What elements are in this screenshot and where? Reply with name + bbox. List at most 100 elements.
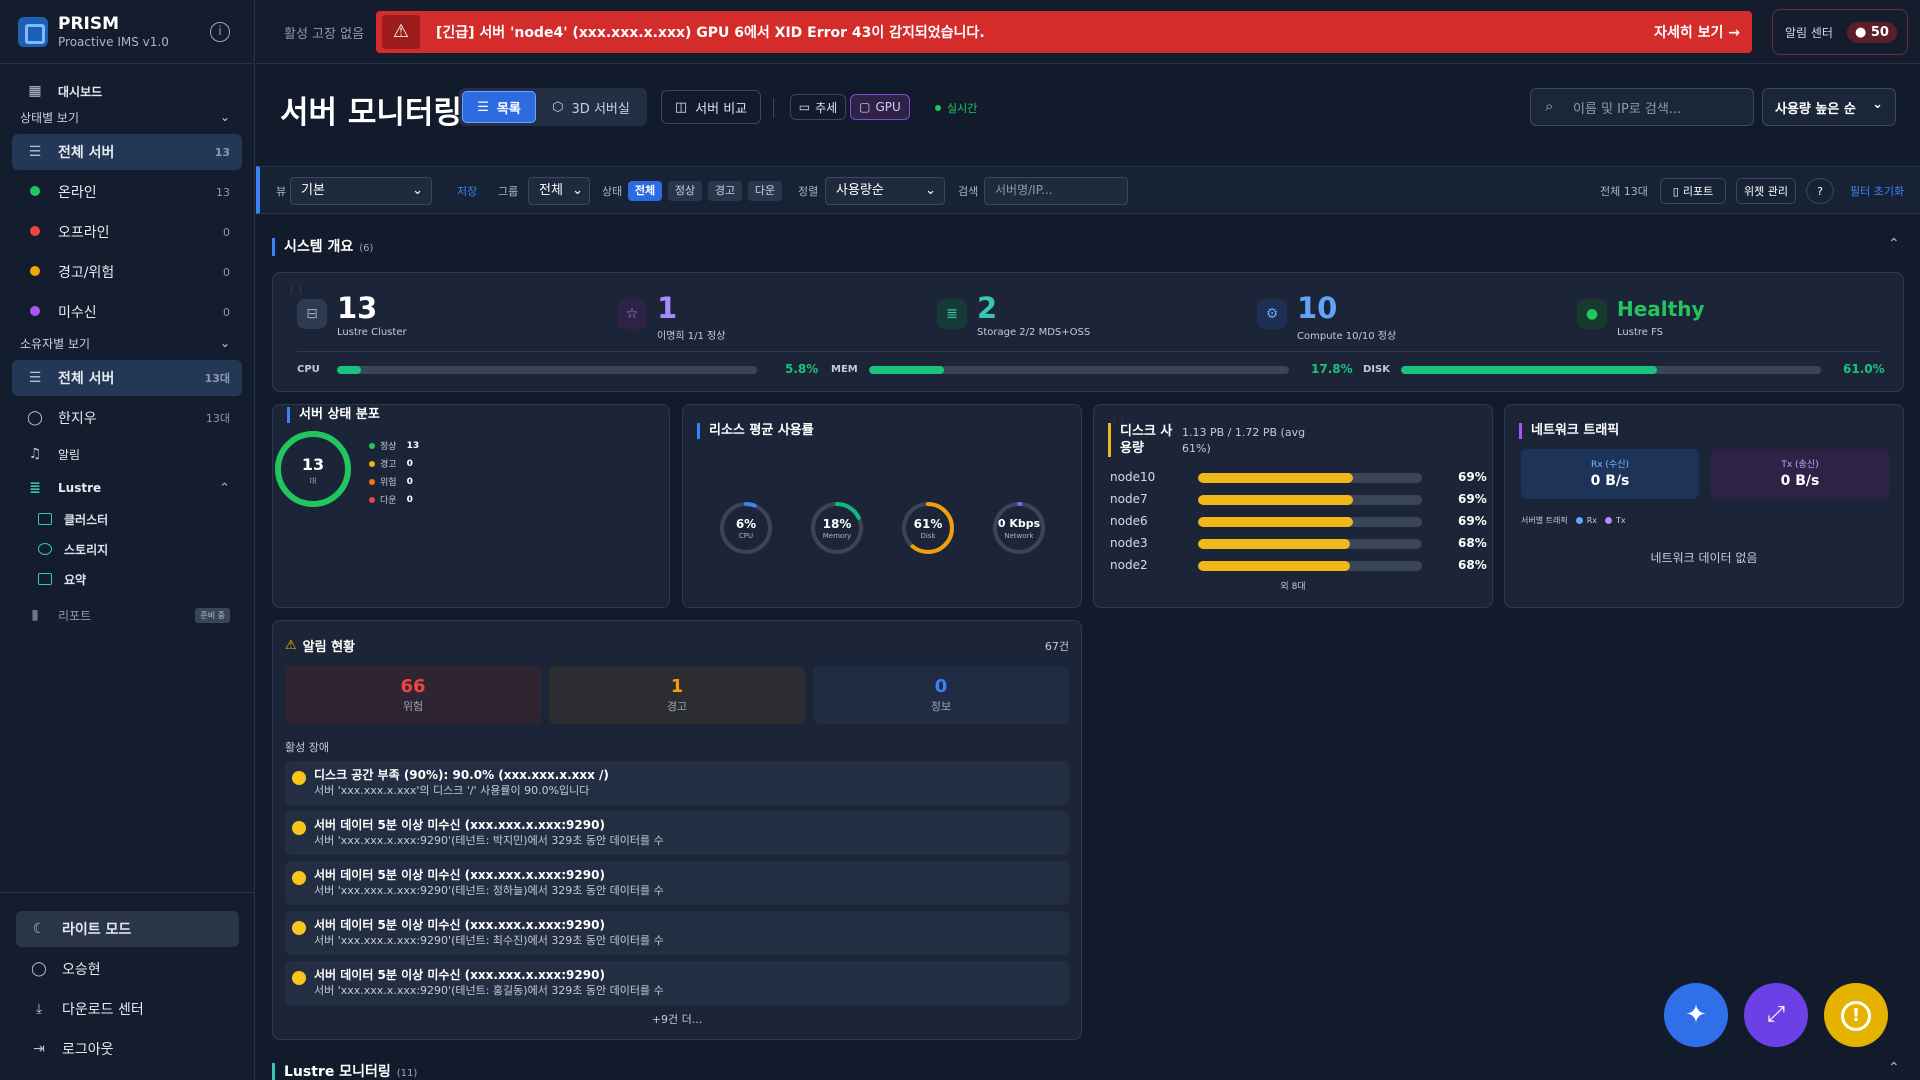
list-view-button[interactable]: ☰ 목록 [462,91,536,123]
sidebar-item-offline[interactable]: 오프라인 0 [12,214,242,250]
legend-warning: 경고 0 [369,457,413,470]
coming-soon-badge: 준비 중 [195,607,230,623]
sort-filter-select[interactable]: 사용량순 ⌄ [825,177,945,205]
chevron-down-icon: ⌄ [219,336,230,350]
online-dot-icon [24,184,46,200]
sidebar-subitem-summary[interactable]: 요약 [0,564,254,594]
report-button[interactable]: ▯ 리포트 [1660,178,1726,204]
logout-icon: ⇥ [33,1041,45,1057]
sidebar-item-dashboard[interactable]: ▦ 대시보드 [12,76,242,106]
logout-button[interactable]: ⇥ 로그아웃 [16,1031,239,1067]
status-section-header[interactable]: 상태별 보기 ⌄ [0,106,254,128]
exclamation-icon: ! [1841,1000,1871,1031]
alert-details-link[interactable]: 자세히 보기 → [1654,22,1740,42]
sort-label: 정렬 [798,185,819,198]
active-faults-label: 활성 장애 [285,741,329,754]
status-chip-warning[interactable]: 경고 [708,181,742,201]
collapse-chevron-icon[interactable]: ⌃ [1888,236,1900,252]
alarm-item[interactable]: 서버 데이터 5분 이상 미수신 (xxx.xxx.x.xxx:9290) 서버… [285,861,1069,905]
sidebar-item-alarm[interactable]: ♫ 알림 [12,438,242,470]
search-icon: ⌕ [1545,97,1554,115]
chevron-down-icon: ⌄ [925,183,936,198]
status-chip-all[interactable]: 전체 [628,181,662,201]
legend-normal: 정상 13 [369,439,419,452]
info-icon[interactable]: i [210,22,230,42]
alarm-status-title: ⚠ 알림 현황 [285,638,356,655]
group-select[interactable]: 전체 ⌄ [528,177,590,205]
drag-handle-icon[interactable]: ⋮⋮ [287,285,305,295]
gpu-button[interactable]: ▢ GPU [850,94,910,120]
memory-gauge: 18% Memory [809,500,865,556]
notification-count-badge: ● 50 [1846,21,1897,43]
fullscreen-button[interactable]: ⤢ [1744,983,1808,1047]
server-compare-button[interactable]: ◫ 서버 비교 [661,90,761,124]
tx-box: Tx (송신) 0 B/s [1711,449,1889,499]
status-label: 상태 [602,185,623,198]
warning-dot-icon [292,821,306,835]
page-header: 서버 모니터링 ☰ 목록 ⬡ 3D 서버실 ◫ 서버 비교 ▭ 추세 ▢ GPU 실시간 … [256,65,1920,165]
prism-logo-icon [18,16,48,47]
sidebar-item-no-data[interactable]: 미수신 0 [12,294,242,330]
sort-select[interactable]: 사용량 높은 순 ⌄ [1762,88,1896,126]
alert-message: [긴급] 서버 'node4' (xxx.xxx.x.xxx) GPU 6에서 … [436,25,985,41]
help-button[interactable]: ? [1806,178,1834,204]
realtime-indicator: 실시간 [935,100,977,116]
user-profile-button[interactable]: ◯ 오승현 [16,951,239,987]
disk-row: node6 69% [1110,514,1487,528]
3d-view-button[interactable]: ⬡ 3D 서버실 [539,91,643,123]
critical-alert-banner[interactable]: ⚠ [긴급] 서버 'node4' (xxx.xxx.x.xxx) GPU 6에… [376,11,1752,53]
sidebar-item-owner-all[interactable]: ☰ 전체 서버 13대 [12,360,242,396]
legend-down: 다운 0 [369,493,413,506]
columns-icon: ◫ [674,99,688,115]
brand-name: PRISM [58,14,120,34]
server-status-title: 서버 상태 분포 [287,407,380,423]
alarm-item[interactable]: 서버 데이터 5분 이상 미수신 (xxx.xxx.x.xxx:9290) 서버… [285,911,1069,955]
notification-center-button[interactable]: 알림 센터 ● 50 [1772,9,1908,55]
resource-usage-card: 리소스 평균 사용률 6% CPU 18% Memory 61% Disk 0 … [682,404,1082,608]
chevron-down-icon: ⌄ [572,183,583,198]
cpu-gauge: 6% CPU [718,500,774,556]
filter-bar: 뷰 기본 ⌄ 저장 그룹 전체 ⌄ 상태 전체 정상 경고 다운 정렬 사용량순 ⌄ … [256,166,1920,214]
bell-icon: ♫ [28,446,42,462]
alert-fab-button[interactable]: ! [1824,983,1888,1047]
info-stat[interactable]: 0 정보 [813,666,1069,724]
grid-icon: ▦ [28,83,42,99]
sidebar-item-owner-user[interactable]: ◯ 한지우 13대 [12,400,242,436]
system-overview-card: ⋮⋮ ⊟ 13 Lustre Cluster ☆ 1 이명희 1/1 정상 ≣ … [272,272,1904,392]
danger-stat[interactable]: 66 위험 [285,666,541,724]
warning-stat[interactable]: 1 경고 [549,666,805,724]
sidebar-item-warning[interactable]: 경고/위험 0 [12,254,242,290]
download-center-button[interactable]: ⤓ 다운로드 센터 [16,991,239,1027]
view-select[interactable]: 기본 ⌄ [290,177,432,205]
donut-total: 13 [301,455,325,474]
sidebar-subitem-storage[interactable]: 스토리지 [0,534,254,564]
collapse-chevron-icon[interactable]: ⌃ [1888,1060,1900,1076]
summary-icon [38,573,52,585]
trend-button[interactable]: ▭ 추세 [790,94,846,120]
alarm-more-link[interactable]: +9건 더... [273,1011,1081,1027]
disk-row: node7 69% [1110,492,1487,506]
alarm-item[interactable]: 서버 데이터 5분 이상 미수신 (xxx.xxx.x.xxx:9290) 서버… [285,811,1069,855]
reset-filter-link[interactable]: 필터 초기화 [1850,183,1904,199]
sidebar-item-lustre[interactable]: ≣ Lustre ⌃ [12,472,242,504]
owner-section-header[interactable]: 소유자별 보기 ⌄ [0,332,254,354]
ai-assistant-button[interactable]: ✦ [1664,983,1728,1047]
alarm-item[interactable]: 디스크 공간 부족 (90%): 90.0% (xxx.xxx.x.xxx /)… [285,761,1069,805]
sidebar-item-all-servers[interactable]: ☰ 전체 서버 13 [12,134,242,170]
disk-usage-bar [1401,366,1821,374]
server-search-input[interactable]: 서버명/IP... [984,177,1128,205]
list-icon: ☰ [28,144,42,160]
light-mode-button[interactable]: ☾ 라이트 모드 [16,911,239,947]
sidebar-subitem-cluster[interactable]: 클러스터 [0,504,254,534]
save-view-link[interactable]: 저장 [457,183,477,199]
status-chip-normal[interactable]: 정상 [668,181,702,201]
legend-danger: 위험 0 [369,475,413,488]
cpu-usage-bar [337,366,757,374]
sidebar-item-online[interactable]: 온라인 13 [12,174,242,210]
alarm-item[interactable]: 서버 데이터 5분 이상 미수신 (xxx.xxx.x.xxx:9290) 서버… [285,961,1069,1005]
search-input[interactable]: ⌕ 이름 및 IP로 검색... [1530,88,1754,126]
widget-manage-button[interactable]: 위젯 관리 [1736,178,1796,204]
status-chip-down[interactable]: 다운 [748,181,782,201]
mem-bar-label: MEM [831,364,858,375]
warning-triangle-icon: ⚠ [382,15,420,49]
